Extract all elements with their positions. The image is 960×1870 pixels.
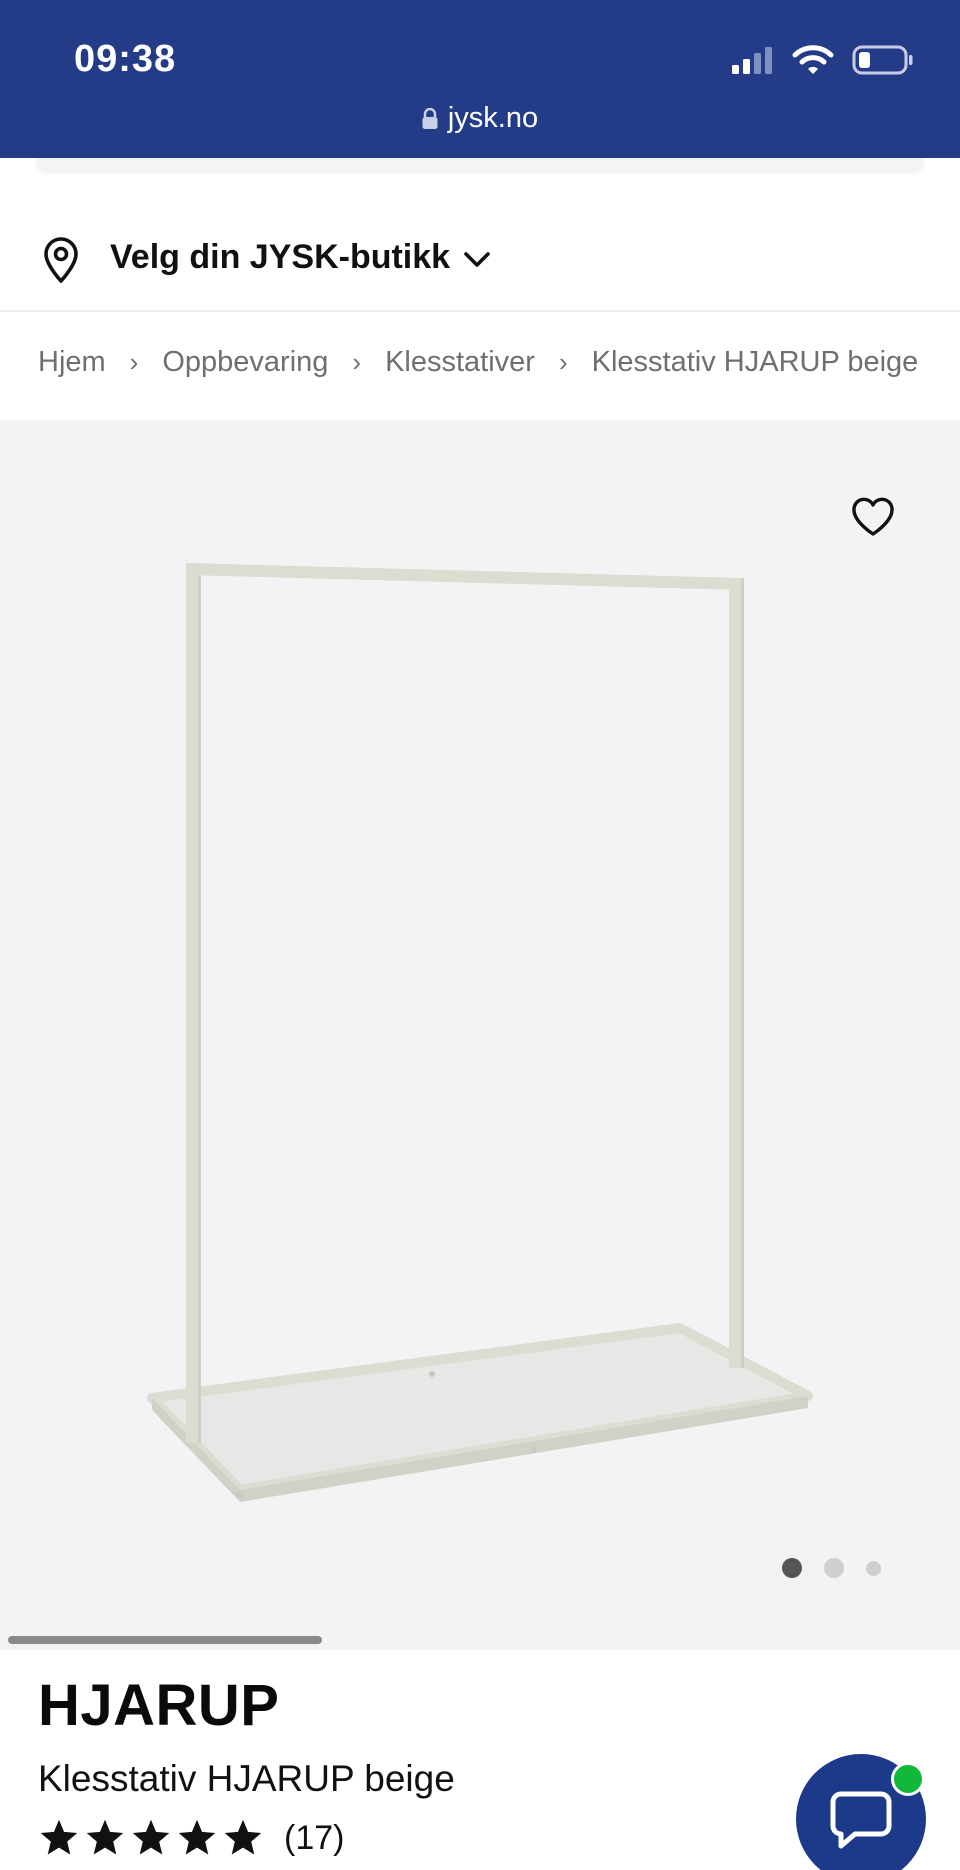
breadcrumb-item-oppbevaring[interactable]: Oppbevaring xyxy=(162,346,328,379)
star-icon xyxy=(86,1819,124,1855)
lock-icon xyxy=(422,108,438,129)
chat-online-indicator xyxy=(891,1762,925,1796)
gallery-dot[interactable] xyxy=(824,1558,844,1578)
status-bar: 09:38 jysk.no xyxy=(0,0,960,158)
header-card-edge xyxy=(36,158,924,172)
chevron-right-icon: › xyxy=(558,347,568,377)
address-bar[interactable]: jysk.no xyxy=(0,102,960,135)
product-image-clothes-rack xyxy=(147,563,813,1502)
breadcrumb-item-current: Klesstativ HJARUP beige xyxy=(591,346,919,378)
chevron-down-icon xyxy=(464,252,490,267)
status-time: 09:38 xyxy=(74,38,177,80)
breadcrumb-item-klesstativer[interactable]: Klesstativer xyxy=(385,346,535,379)
store-selector-label: Velg din JYSK-butikk xyxy=(110,238,451,276)
star-icon xyxy=(224,1819,262,1855)
favorite-heart-icon[interactable] xyxy=(850,496,896,538)
star-icon xyxy=(178,1819,216,1855)
chevron-right-icon: › xyxy=(129,347,139,377)
chat-bubble-icon xyxy=(830,1791,892,1849)
product-brand: HJARUP xyxy=(38,1673,280,1738)
product-rating[interactable]: (17) xyxy=(38,1818,344,1858)
location-pin-icon xyxy=(44,237,78,283)
store-selector[interactable]: Velg din JYSK-butikk xyxy=(0,214,960,312)
url-text: jysk.no xyxy=(447,102,539,134)
product-name: Klesstativ HJARUP beige xyxy=(38,1758,455,1799)
star-icon xyxy=(132,1819,170,1855)
status-icons xyxy=(730,44,914,76)
gallery-pagination[interactable] xyxy=(782,1558,881,1578)
breadcrumb: Hjem › Oppbevaring › Klesstativer › Kles… xyxy=(38,346,922,379)
breadcrumb-item-hjem[interactable]: Hjem xyxy=(38,346,106,379)
battery-icon xyxy=(852,45,913,75)
star-icon xyxy=(40,1819,78,1855)
gallery-scroll-indicator xyxy=(8,1636,322,1644)
gallery-dot[interactable] xyxy=(866,1560,881,1576)
review-count: (17) xyxy=(284,1818,345,1857)
chevron-right-icon: › xyxy=(352,347,362,377)
gallery-dot-active[interactable] xyxy=(782,1558,802,1578)
wifi-icon xyxy=(792,45,834,74)
signal-icon xyxy=(732,47,772,74)
